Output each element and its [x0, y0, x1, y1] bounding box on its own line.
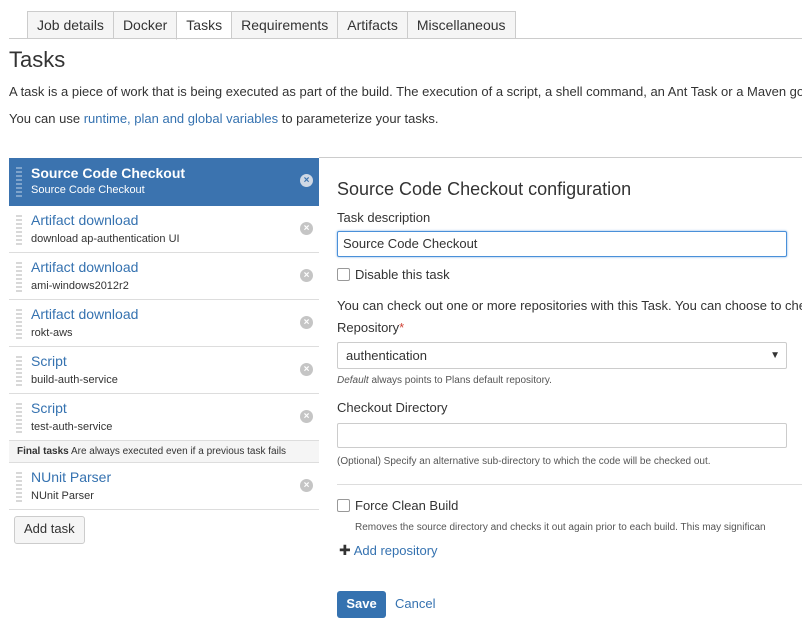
tab-divider [9, 38, 802, 39]
final-tasks-label: Final tasks [17, 446, 69, 457]
tab-tasks[interactable]: Tasks [176, 11, 232, 40]
task-item[interactable]: Script build-auth-service × [9, 347, 319, 394]
force-clean-hint: Removes the source directory and checks … [355, 522, 766, 533]
repository-hint: Default always points to Plans default r… [337, 375, 552, 386]
tab-job-details[interactable]: Job details [27, 11, 113, 39]
add-repository-label: Add repository [353, 543, 438, 558]
remove-circle-icon[interactable]: × [300, 174, 313, 187]
disable-task-checkbox[interactable] [337, 268, 350, 281]
drag-handle-icon[interactable] [16, 472, 22, 502]
checkout-directory-label: Checkout Directory [337, 400, 448, 415]
task-detail: rokt-aws [31, 327, 73, 339]
checkout-directory-input[interactable] [337, 423, 787, 448]
task-name[interactable]: NUnit Parser [31, 469, 111, 485]
remove-circle-icon[interactable]: × [300, 410, 313, 423]
task-name[interactable]: Artifact download [31, 212, 138, 228]
repository-label-text: Repository [337, 320, 400, 335]
drag-handle-icon[interactable] [16, 215, 22, 245]
section-divider [337, 484, 802, 485]
task-name[interactable]: Artifact download [31, 259, 138, 275]
save-button[interactable]: Save [337, 591, 386, 618]
task-item[interactable]: Artifact download ami-windows2012r2 × [9, 253, 319, 300]
add-task-button[interactable]: Add task [14, 516, 85, 544]
repository-select[interactable]: authentication ▼ [337, 342, 787, 369]
cancel-link[interactable]: Cancel [395, 596, 435, 611]
tab-bar: Job details Docker Tasks Requirements Ar… [27, 11, 516, 40]
drag-handle-icon[interactable] [16, 262, 22, 292]
disable-task-label: Disable this task [355, 267, 450, 282]
drag-handle-icon[interactable] [16, 356, 22, 386]
intro-prefix: You can use [9, 111, 84, 126]
variables-link[interactable]: runtime, plan and global variables [84, 111, 278, 126]
task-description-input[interactable]: Source Code Checkout [337, 231, 787, 257]
checkout-info-text: You can check out one or more repositori… [337, 298, 802, 313]
task-item[interactable]: Artifact download rokt-aws × [9, 300, 319, 347]
task-item[interactable]: NUnit Parser NUnit Parser × [9, 463, 319, 510]
task-list: Source Code Checkout Source Code Checkou… [9, 158, 319, 510]
remove-circle-icon[interactable]: × [300, 316, 313, 329]
remove-circle-icon[interactable]: × [300, 222, 313, 235]
repository-hint-text: always points to Plans default repositor… [368, 375, 552, 386]
repository-hint-em: Default [337, 375, 369, 386]
plus-icon: ✚ [339, 542, 351, 558]
repository-label: Repository* [337, 320, 404, 335]
config-divider [319, 157, 802, 158]
intro-text: A task is a piece of work that is being … [9, 84, 802, 99]
task-item[interactable]: Artifact download download ap-authentica… [9, 206, 319, 253]
page-title: Tasks [9, 47, 66, 72]
tab-docker[interactable]: Docker [112, 11, 177, 39]
force-clean-label: Force Clean Build [355, 498, 459, 513]
task-name[interactable]: Script [31, 400, 67, 416]
repository-value: authentication [346, 348, 427, 363]
intro-suffix: to parameterize your tasks. [278, 111, 439, 126]
final-tasks-note: Are always executed even if a previous t… [70, 446, 287, 457]
task-detail: NUnit Parser [31, 490, 94, 502]
drag-handle-icon[interactable] [16, 309, 22, 339]
drag-handle-icon[interactable] [16, 167, 22, 197]
task-detail: download ap-authentication UI [31, 233, 180, 245]
tab-miscellaneous[interactable]: Miscellaneous [406, 11, 516, 39]
task-detail: build-auth-service [31, 374, 118, 386]
tab-requirements[interactable]: Requirements [231, 11, 338, 39]
task-item[interactable]: Script test-auth-service × [9, 394, 319, 441]
task-item[interactable]: Source Code Checkout Source Code Checkou… [9, 158, 319, 206]
intro-variables-text: You can use runtime, plan and global var… [9, 111, 439, 126]
task-name[interactable]: Artifact download [31, 306, 138, 322]
remove-circle-icon[interactable]: × [300, 363, 313, 376]
task-detail: Source Code Checkout [31, 184, 145, 196]
tab-artifacts[interactable]: Artifacts [337, 11, 407, 39]
drag-handle-icon[interactable] [16, 403, 22, 433]
config-title: Source Code Checkout configuration [337, 179, 632, 199]
remove-circle-icon[interactable]: × [300, 479, 313, 492]
add-repository-link[interactable]: ✚ Add repository [339, 542, 438, 559]
task-name[interactable]: Script [31, 353, 67, 369]
checkout-directory-hint: (Optional) Specify an alternative sub-di… [337, 456, 711, 467]
force-clean-checkbox[interactable] [337, 499, 350, 512]
task-detail: test-auth-service [31, 421, 113, 433]
task-detail: ami-windows2012r2 [31, 280, 129, 292]
task-name: Source Code Checkout [31, 165, 186, 181]
task-description-label: Task description [337, 210, 431, 225]
caret-down-icon: ▼ [770, 350, 780, 361]
final-tasks-header: Final tasks Are always executed even if … [9, 441, 319, 463]
remove-circle-icon[interactable]: × [300, 269, 313, 282]
required-marker: * [399, 320, 405, 335]
